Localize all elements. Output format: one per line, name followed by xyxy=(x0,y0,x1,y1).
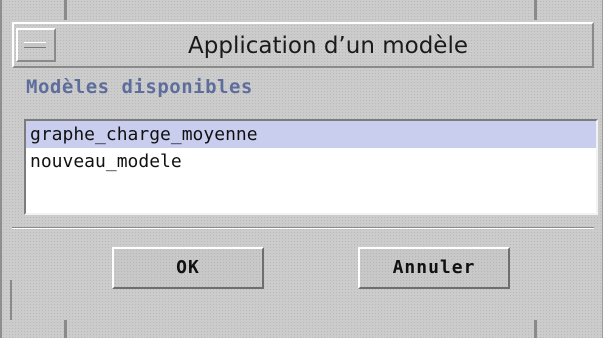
templates-list[interactable]: graphe_charge_moyenne nouveau_modele xyxy=(24,119,598,215)
frame-corner-bottom-right xyxy=(534,320,537,338)
frame-corner-top-left xyxy=(64,0,67,20)
dialog-window: Application d’un modèle Modèles disponib… xyxy=(0,0,603,338)
frame-corner-bottom-left xyxy=(64,320,67,338)
frame-side-left xyxy=(10,280,12,320)
list-item[interactable]: nouveau_modele xyxy=(26,148,596,175)
window-menu-icon xyxy=(24,42,46,48)
window-menu-button[interactable] xyxy=(16,28,56,62)
available-templates-label: Modèles disponibles xyxy=(26,76,253,98)
button-separator xyxy=(12,227,594,229)
dialog-title: Application d’un modèle xyxy=(188,33,468,59)
frame-corner-top-right xyxy=(534,0,537,20)
title-bar[interactable]: Application d’un modèle xyxy=(12,22,594,68)
ok-button[interactable]: OK xyxy=(112,247,264,289)
list-item[interactable]: graphe_charge_moyenne xyxy=(26,121,596,148)
cancel-button[interactable]: Annuler xyxy=(358,247,510,289)
